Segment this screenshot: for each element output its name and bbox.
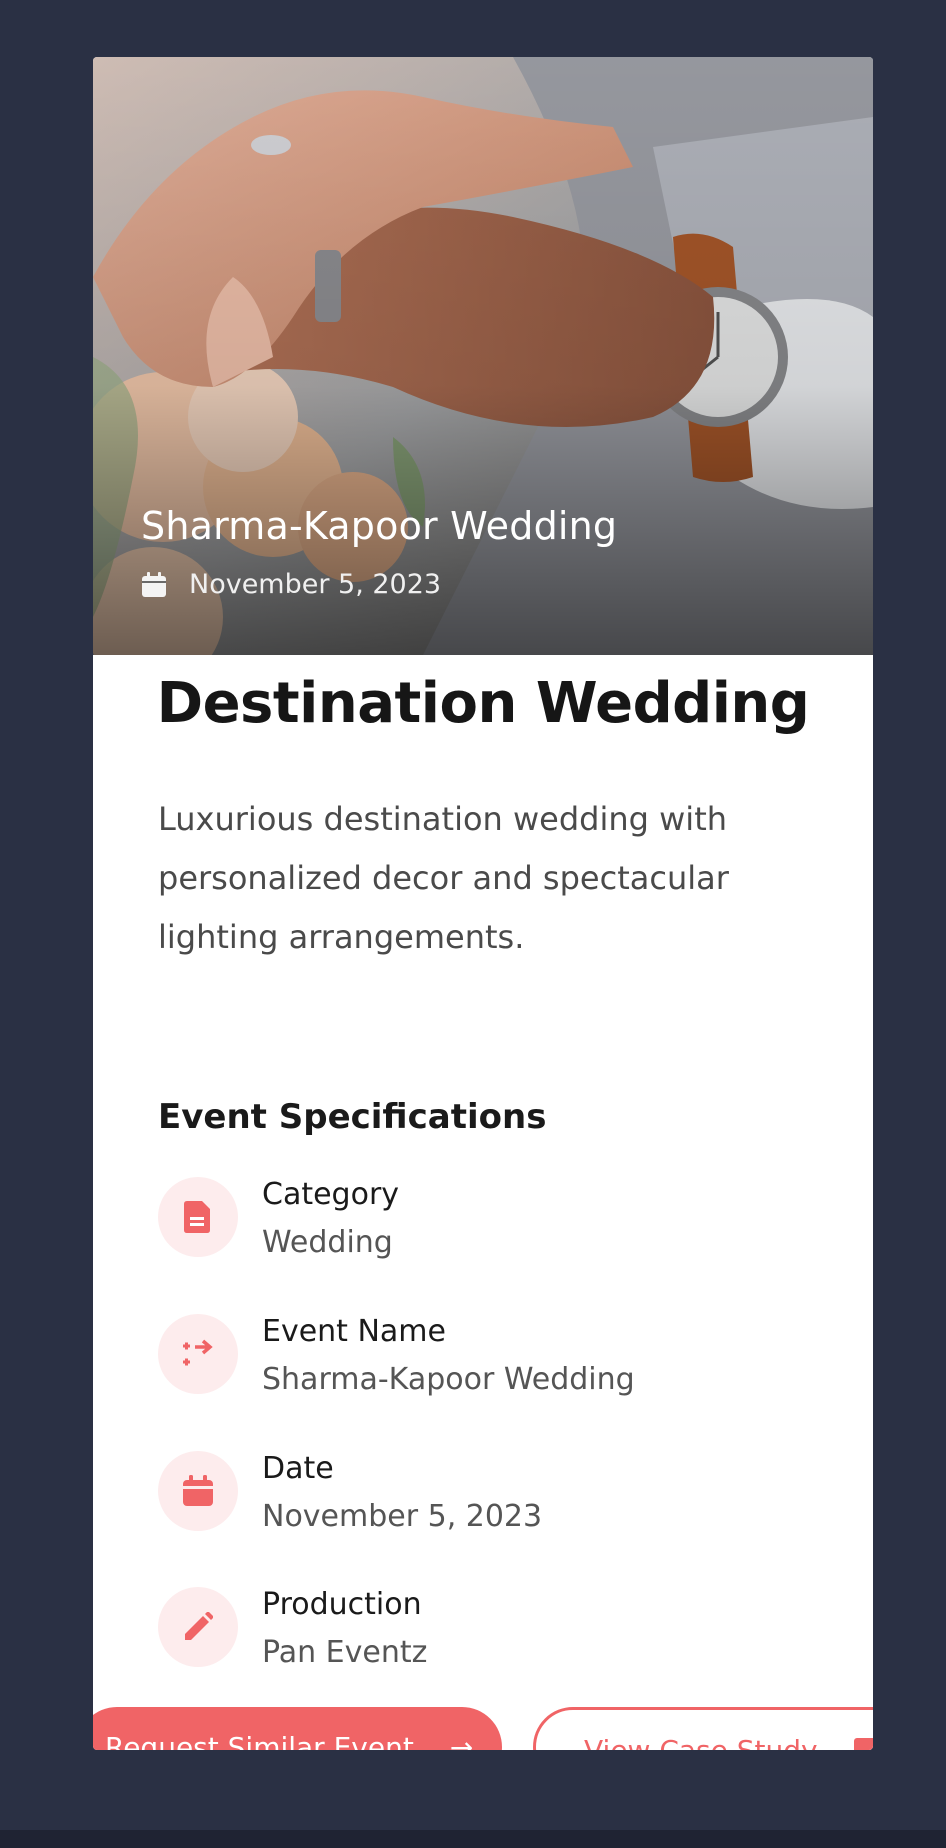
request-similar-event-button[interactable]: Request Similar Event → [93, 1707, 502, 1750]
spec-label: Date [262, 1451, 334, 1486]
event-description: Luxurious destination wedding with perso… [158, 800, 729, 956]
pencil-icon [158, 1587, 238, 1667]
bottom-strip [0, 1830, 946, 1848]
book-icon [853, 1738, 873, 1750]
spec-item-event-name: Event Name Sharma-Kapoor Wedding [158, 1314, 838, 1404]
shuffle-arrows-icon [158, 1314, 238, 1394]
hero-title: Sharma-Kapoor Wedding [141, 504, 618, 548]
spec-item-category: Category Wedding [158, 1177, 838, 1267]
arrow-right-icon: → [449, 1731, 474, 1750]
spec-label: Production [262, 1587, 422, 1622]
hero-date: November 5, 2023 [141, 569, 441, 600]
hero-date-text: November 5, 2023 [189, 569, 442, 600]
spec-label: Category [262, 1177, 400, 1212]
spec-value: Sharma-Kapoor Wedding [262, 1362, 635, 1397]
case-study-button-label: View Case Study [584, 1734, 818, 1750]
spec-value: November 5, 2023 [262, 1499, 543, 1534]
calendar-icon [158, 1451, 238, 1531]
spec-item-production: Production Pan Eventz [158, 1587, 838, 1677]
event-card: Sharma-Kapoor Wedding November 5, 2023 D… [93, 57, 873, 1750]
spec-label: Event Name [262, 1314, 446, 1349]
spec-value: Pan Eventz [262, 1635, 428, 1670]
event-type-heading: Destination Wedding [156, 671, 810, 736]
view-case-study-button[interactable]: View Case Study [533, 1707, 873, 1750]
specs-heading: Event Specifications [158, 1097, 547, 1137]
request-button-label: Request Similar Event [105, 1731, 414, 1750]
hero-image: Sharma-Kapoor Wedding November 5, 2023 [93, 57, 873, 655]
calendar-icon [141, 571, 167, 598]
spec-item-date: Date November 5, 2023 [158, 1451, 838, 1541]
spec-value: Wedding [262, 1225, 393, 1260]
document-icon [158, 1177, 238, 1257]
